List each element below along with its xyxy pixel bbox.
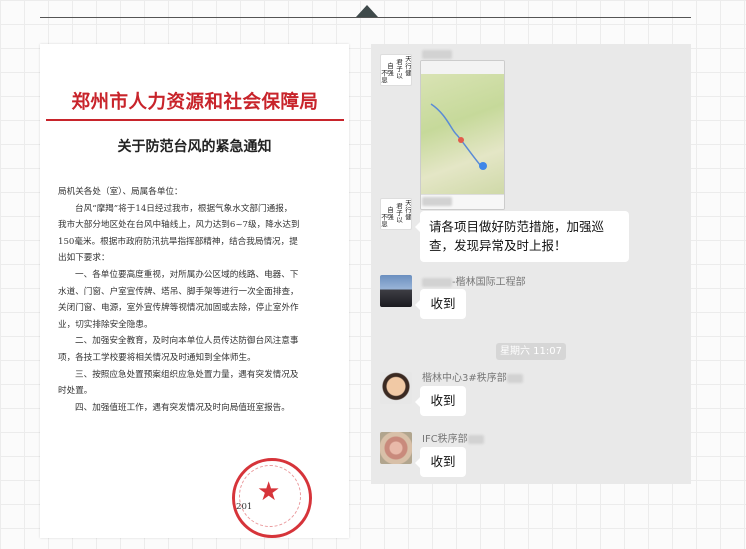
body-line: 三、按照应急处置预案组织应急处置力量，遇有突发情况及 xyxy=(75,369,299,380)
document-header: 郑州市人力资源和社会保障局 xyxy=(71,92,319,113)
map-route-icon xyxy=(430,103,487,170)
sender-name-text: -楷林国际工程部 xyxy=(452,277,526,288)
official-notice-document: 郑州市人力资源和社会保障局 关于防范台风的紧急通知 局机关各处（室）、局属各单位… xyxy=(40,44,349,538)
seal-star-icon: ★ xyxy=(257,477,281,507)
document-body: 局机关各处（室）、局属各单位： 台风“摩羯”将于14日经过我市，根据气象水文部门… xyxy=(58,184,340,416)
body-line: 时处置。 xyxy=(58,386,93,397)
shared-map-image[interactable] xyxy=(420,60,505,210)
body-line: 水道、门窗、户室宣传牌、塔吊、脚手架等进行一次全面排查， xyxy=(58,286,299,297)
sender-name-redacted xyxy=(422,196,452,207)
map-app-topbar xyxy=(421,61,504,75)
body-line: 四、加强值班工作，遇有突发情况及时向局值班室报告。 xyxy=(75,402,290,413)
body-line: 业，切实排除安全隐患。 xyxy=(58,319,153,330)
body-line: 150毫米。根据市政府防汛抗旱指挥部精神，结合我局情况，提 xyxy=(58,236,298,247)
sender-name-text: IFC秩序部 xyxy=(422,434,468,445)
document-title: 关于防范台风的紧急通知 xyxy=(117,139,272,155)
avatar-char: 息 xyxy=(381,76,388,84)
body-line: 局机关各处（室）、局属各单位： xyxy=(58,187,183,197)
message-bubble-received[interactable]: 收到 xyxy=(415,289,466,319)
triangle-marker-icon xyxy=(356,5,378,17)
message-bubble-notice[interactable]: 请各项目做好防范措施，加强巡查，发现异常及时上报！ xyxy=(415,211,629,262)
name-redaction xyxy=(467,434,484,444)
avatar-char: 健 xyxy=(405,69,412,77)
message-bubble-received[interactable]: 收到 xyxy=(415,386,466,416)
body-line: 关闭门窗、电源，室外宣传牌等视情况加固或去除，停止室外作 xyxy=(58,303,299,314)
body-line: 项，各技工学校要将相关情况及时通知到全体师生。 xyxy=(58,352,256,363)
body-line: 一、各单位要高度重视，对所属办公区域的线路、电器、下 xyxy=(75,269,299,280)
body-line: 二、加强安全教育，及时向本单位人员传达防御台风注意事 xyxy=(75,336,299,347)
avatar-char: 健 xyxy=(405,213,412,221)
top-divider xyxy=(40,17,691,18)
header-red-rule xyxy=(46,119,344,121)
body-line: 台风“摩羯”将于14日经过我市，根据气象水文部门通报， xyxy=(75,203,293,214)
body-line: 出如下要求： xyxy=(58,253,110,264)
avatar-photo[interactable] xyxy=(380,432,412,464)
avatar-char: 强 xyxy=(387,213,394,221)
body-line: 我市大部分地区处在台风中轴线上，风力达到6~7级，降水达到 xyxy=(58,220,300,231)
avatar-char: 以 xyxy=(396,216,403,224)
chat-panel xyxy=(371,44,691,484)
name-redaction xyxy=(422,277,452,287)
sender-name: -楷林国际工程部 xyxy=(422,273,526,288)
sender-name: IFC秩序部 xyxy=(422,430,484,445)
avatar-photo[interactable] xyxy=(380,372,412,404)
message-bubble-received[interactable]: 收到 xyxy=(415,447,466,477)
avatar-char: 以 xyxy=(396,72,403,80)
avatar-calligraphy[interactable]: 天 行 健 君 子 以 自 强 不 息 xyxy=(380,54,412,86)
avatar-char: 强 xyxy=(387,69,394,77)
map-view xyxy=(421,74,504,194)
sender-name-redacted xyxy=(422,49,452,60)
avatar-calligraphy[interactable]: 天 行 健 君 子 以 自 强 不 息 xyxy=(380,198,412,230)
name-redaction xyxy=(506,373,523,383)
avatar-photo[interactable] xyxy=(380,275,412,307)
sender-name-text: 楷林中心3#秩序部 xyxy=(422,373,507,384)
avatar-char: 息 xyxy=(381,220,388,228)
chat-timestamp: 星期六 11:07 xyxy=(496,343,566,360)
document-date: 201 xyxy=(236,502,253,512)
official-seal-stamp: ★ xyxy=(232,458,312,538)
sender-name: 楷林中心3#秩序部 xyxy=(422,369,523,384)
